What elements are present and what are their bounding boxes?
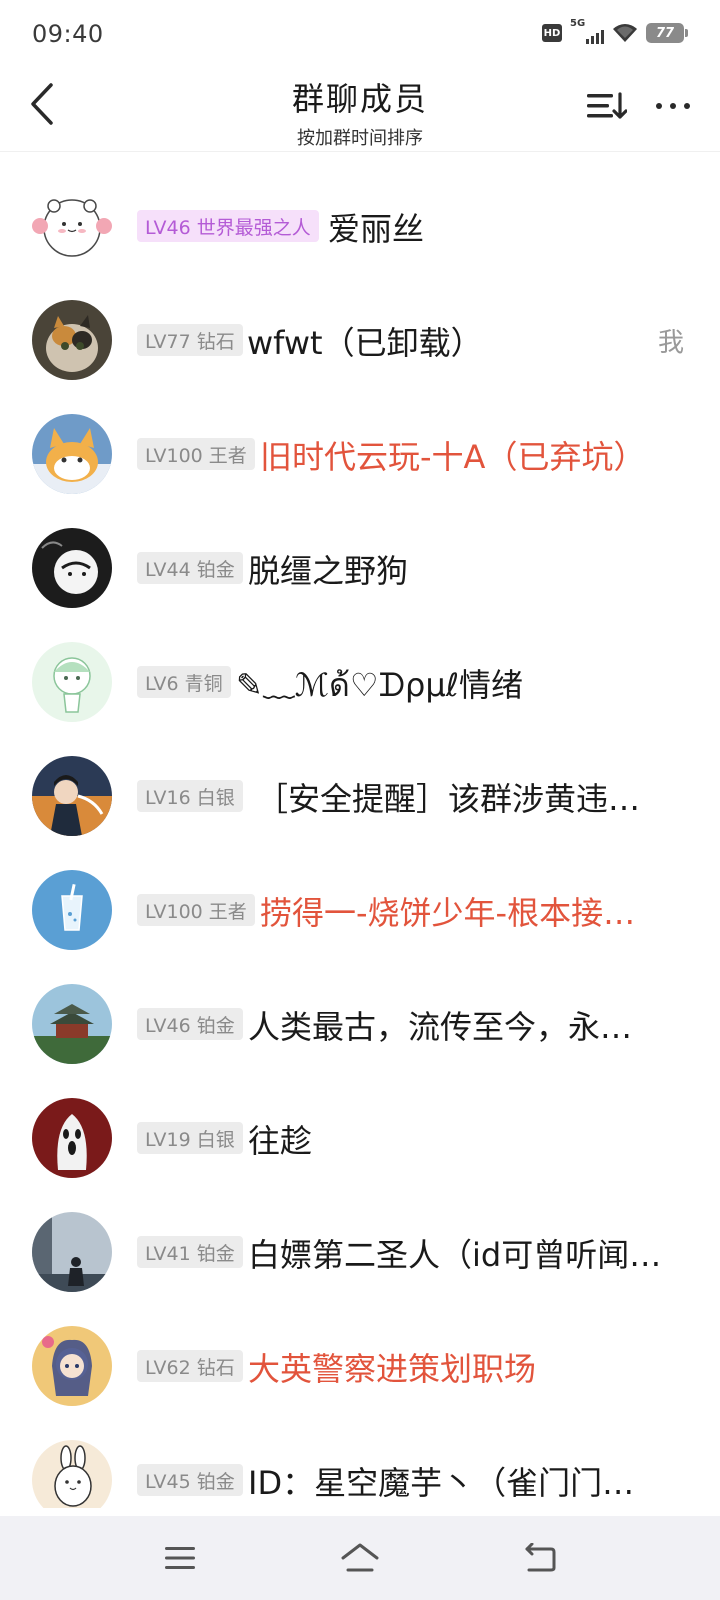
- member-row[interactable]: LV46 铂金 人类最古，流传至今，永…: [0, 966, 720, 1080]
- member-row[interactable]: LV19 白银 往趁: [0, 1080, 720, 1194]
- member-name: 大英警察进策划职场: [248, 1350, 537, 1388]
- level-badge: LV44 铂金: [137, 552, 243, 584]
- level-badge: LV19 白银: [137, 1122, 243, 1154]
- member-name: ✎﹏ℳด้♡ᗪρµℓ情绪: [236, 666, 523, 704]
- more-icon[interactable]: [648, 84, 698, 128]
- member-row[interactable]: LV44 铂金 脱缰之野狗: [0, 510, 720, 624]
- sort-icon[interactable]: [582, 84, 630, 128]
- level-badge: LV77 钻石: [137, 324, 243, 356]
- member-row[interactable]: LV41 铂金 白嫖第二圣人（id可曾听闻…: [0, 1194, 720, 1308]
- avatar[interactable]: [32, 186, 112, 266]
- navigation-bar: [0, 1516, 720, 1600]
- member-name: 往趁: [248, 1122, 313, 1160]
- member-name: 白嫖第二圣人（id可曾听闻…: [248, 1236, 662, 1274]
- avatar[interactable]: [32, 1440, 112, 1508]
- member-name: 人类最古，流传至今，永…: [248, 1008, 633, 1046]
- member-row[interactable]: LV46 世界最强之人 爱丽丝: [0, 168, 720, 282]
- level-badge: LV45 铂金: [137, 1464, 243, 1496]
- level-badge: LV41 铂金: [137, 1236, 243, 1268]
- member-name: ［安全提醒］该群涉黄违…: [256, 780, 641, 818]
- level-badge: LV46 铂金: [137, 1008, 243, 1040]
- status-icons: HD 5G 77: [542, 18, 688, 44]
- avatar[interactable]: [32, 1098, 112, 1178]
- status-time: 09:40: [32, 20, 104, 48]
- member-row[interactable]: LV100 王者 捞得一-烧饼少年-根本接…: [0, 852, 720, 966]
- level-badge: LV100 王者: [137, 894, 255, 926]
- battery-icon: 77: [646, 23, 688, 43]
- avatar[interactable]: [32, 642, 112, 722]
- signal-icon: 5G: [570, 18, 604, 44]
- member-list[interactable]: LV46 世界最强之人 爱丽丝 LV77 钻石 wfwt（已卸载） 我 LV10…: [0, 168, 720, 1508]
- member-row[interactable]: LV100 王者 旧时代云玩-十A（已弃坑）: [0, 396, 720, 510]
- home-icon[interactable]: [330, 1528, 390, 1588]
- member-name: 爱丽丝: [328, 210, 425, 248]
- me-tag: 我: [657, 328, 684, 358]
- menu-icon[interactable]: [150, 1528, 210, 1588]
- member-row[interactable]: LV77 钻石 wfwt（已卸载） 我: [0, 282, 720, 396]
- avatar[interactable]: [32, 1326, 112, 1406]
- header: 群聊成员 按加群时间排序: [0, 70, 720, 152]
- avatar[interactable]: [32, 1212, 112, 1292]
- member-row[interactable]: LV16 白银 ［安全提醒］该群涉黄违…: [0, 738, 720, 852]
- avatar[interactable]: [32, 984, 112, 1064]
- status-bar: 09:40 HD 5G 77: [0, 0, 720, 70]
- member-name: 捞得一-烧饼少年-根本接…: [260, 894, 636, 932]
- avatar[interactable]: [32, 414, 112, 494]
- member-name: ID：星空魔芋丶（雀门门…: [248, 1464, 635, 1502]
- level-badge: LV100 王者: [137, 438, 255, 470]
- avatar[interactable]: [32, 756, 112, 836]
- member-name: 脱缰之野狗: [248, 552, 409, 590]
- level-badge: LV6 青铜: [137, 666, 231, 698]
- member-row[interactable]: LV45 铂金 ID：星空魔芋丶（雀门门…: [0, 1422, 720, 1508]
- level-badge: LV62 钻石: [137, 1350, 243, 1382]
- network-type-label: 5G: [570, 18, 586, 29]
- member-name: wfwt（已卸载）: [247, 324, 483, 362]
- member-row[interactable]: LV62 钻石 大英警察进策划职场: [0, 1308, 720, 1422]
- level-badge: LV16 白银: [137, 780, 243, 812]
- hd-icon: HD: [542, 24, 562, 42]
- member-row[interactable]: LV6 青铜 ✎﹏ℳด้♡ᗪρµℓ情绪: [0, 624, 720, 738]
- back-icon[interactable]: [510, 1528, 570, 1588]
- avatar[interactable]: [32, 870, 112, 950]
- member-name: 旧时代云玩-十A（已弃坑）: [260, 438, 646, 476]
- avatar[interactable]: [32, 300, 112, 380]
- wifi-icon: [612, 23, 638, 43]
- level-badge: LV46 世界最强之人: [137, 210, 319, 242]
- avatar[interactable]: [32, 528, 112, 608]
